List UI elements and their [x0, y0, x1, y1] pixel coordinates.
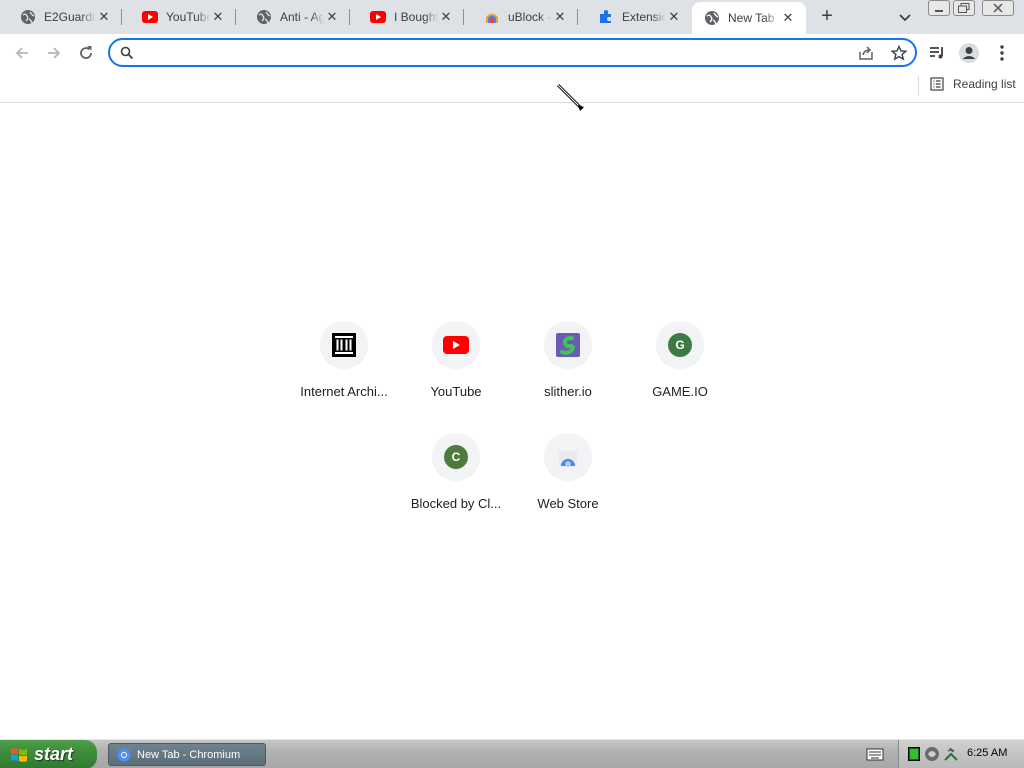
tab-i-bought[interactable]: I Bought My ✕	[350, 0, 464, 34]
youtube-icon	[432, 321, 480, 369]
reload-icon	[80, 46, 92, 59]
profile-button[interactable]	[957, 41, 981, 65]
toolbar	[0, 34, 1024, 71]
shortcut-label: Blocked by Cl...	[410, 496, 502, 511]
browser-window: E2Guardian ✕ YouTube ✕ Anti - Aging ✕ I …	[0, 0, 1024, 768]
shortcut-label: YouTube	[430, 384, 482, 399]
close-icon[interactable]: ✕	[210, 9, 226, 25]
security-icon	[925, 747, 939, 761]
tab-youtube[interactable]: YouTube ✕	[122, 0, 236, 34]
share-icon[interactable]	[858, 45, 874, 61]
chromium-icon	[117, 748, 131, 761]
shortcut-label: Internet Archi...	[300, 384, 388, 399]
avatar-icon	[959, 43, 979, 63]
new-tab-button[interactable]: +	[816, 6, 838, 28]
restore-button[interactable]	[953, 0, 975, 16]
tab-e2guardian[interactable]: E2Guardian ✕	[0, 0, 122, 34]
globe-icon	[20, 9, 36, 25]
address-input[interactable]	[140, 43, 840, 63]
shortcut-slither[interactable]: slither.io	[512, 305, 624, 417]
ublock-icon	[484, 9, 500, 25]
bookmarks-bar: Reading list	[0, 71, 1024, 103]
forward-button[interactable]	[42, 41, 66, 65]
shortcut-youtube[interactable]: YouTube	[400, 305, 512, 417]
shortcut-blocked[interactable]: C Blocked by Cl...	[400, 417, 512, 529]
back-button[interactable]	[10, 41, 34, 65]
taskbar-item-chromium[interactable]: New Tab - Chromium	[108, 743, 266, 766]
letter-c-icon: C	[432, 433, 480, 481]
reading-list-button[interactable]: Reading list	[930, 77, 1016, 91]
chevron-down-icon[interactable]	[896, 8, 914, 26]
network-icon	[944, 747, 958, 761]
tab-title: uBlock - Chrome	[508, 10, 552, 24]
star-icon[interactable]	[891, 45, 907, 61]
web-store-icon	[544, 433, 592, 481]
address-bar[interactable]	[108, 38, 917, 67]
letter-g-icon: G	[656, 321, 704, 369]
kebab-menu-icon	[1000, 45, 1004, 61]
close-icon[interactable]: ✕	[552, 9, 568, 25]
reading-list-label: Reading list	[953, 77, 1016, 91]
tab-title: Extensions	[622, 10, 666, 24]
clock[interactable]: 6:25 AM	[967, 747, 1007, 759]
tab-anti-aging[interactable]: Anti - Aging ✕	[236, 0, 350, 34]
mouse-cursor-icon	[556, 83, 586, 113]
shortcut-web-store[interactable]: Web Store	[512, 417, 624, 529]
reload-button[interactable]	[74, 41, 98, 65]
arrow-right-icon	[48, 47, 61, 59]
start-button[interactable]: start	[0, 740, 97, 768]
close-icon[interactable]: ✕	[438, 9, 454, 25]
terminal-icon	[908, 747, 920, 761]
tab-ublock[interactable]: uBlock - Chrome ✕	[464, 0, 578, 34]
menu-button[interactable]	[990, 41, 1014, 65]
globe-icon	[704, 10, 720, 26]
close-window-button[interactable]	[982, 0, 1014, 16]
reading-list-icon	[930, 77, 944, 91]
tab-extensions[interactable]: Extensions ✕	[578, 0, 692, 34]
internet-archive-icon	[320, 321, 368, 369]
tab-title: YouTube	[166, 10, 210, 24]
shortcut-label: slither.io	[544, 384, 592, 399]
keyboard-icon[interactable]	[866, 746, 884, 762]
windows-logo-icon	[11, 747, 27, 762]
close-icon[interactable]: ✕	[324, 9, 340, 25]
close-icon[interactable]: ✕	[780, 10, 796, 26]
youtube-icon	[142, 9, 158, 25]
shortcut-label: Web Store	[537, 496, 599, 511]
queue-music-icon	[930, 47, 943, 59]
arrow-left-icon	[15, 47, 28, 59]
shortcut-game-io[interactable]: G GAME.IO	[624, 305, 736, 417]
tab-title: Anti - Aging	[280, 10, 324, 24]
globe-icon	[256, 9, 272, 25]
tab-title: I Bought My	[394, 10, 438, 24]
puzzle-icon	[598, 9, 614, 25]
divider	[918, 76, 919, 96]
tab-title: New Tab	[728, 11, 775, 25]
taskbar: start New Tab - Chromium 6:25 AM	[0, 739, 1024, 768]
system-tray: 6:25 AM	[898, 740, 1024, 768]
minimize-button[interactable]	[928, 0, 950, 16]
new-tab-page: Internet Archi... YouTube slither.io G G…	[0, 103, 1024, 739]
taskbar-item-label: New Tab - Chromium	[137, 748, 241, 761]
tab-new-tab[interactable]: New Tab ✕	[692, 2, 806, 34]
close-icon[interactable]: ✕	[96, 9, 112, 25]
youtube-icon	[370, 9, 386, 25]
start-label: start	[34, 744, 74, 764]
media-controls-button[interactable]	[925, 41, 949, 65]
slither-icon	[544, 321, 592, 369]
tab-title: E2Guardian	[44, 10, 96, 24]
shortcut-internet-archive[interactable]: Internet Archi...	[288, 305, 400, 417]
search-icon	[119, 45, 135, 61]
close-icon[interactable]: ✕	[666, 9, 682, 25]
shortcut-label: GAME.IO	[652, 384, 708, 399]
tab-strip: E2Guardian ✕ YouTube ✕ Anti - Aging ✕ I …	[0, 0, 1024, 34]
